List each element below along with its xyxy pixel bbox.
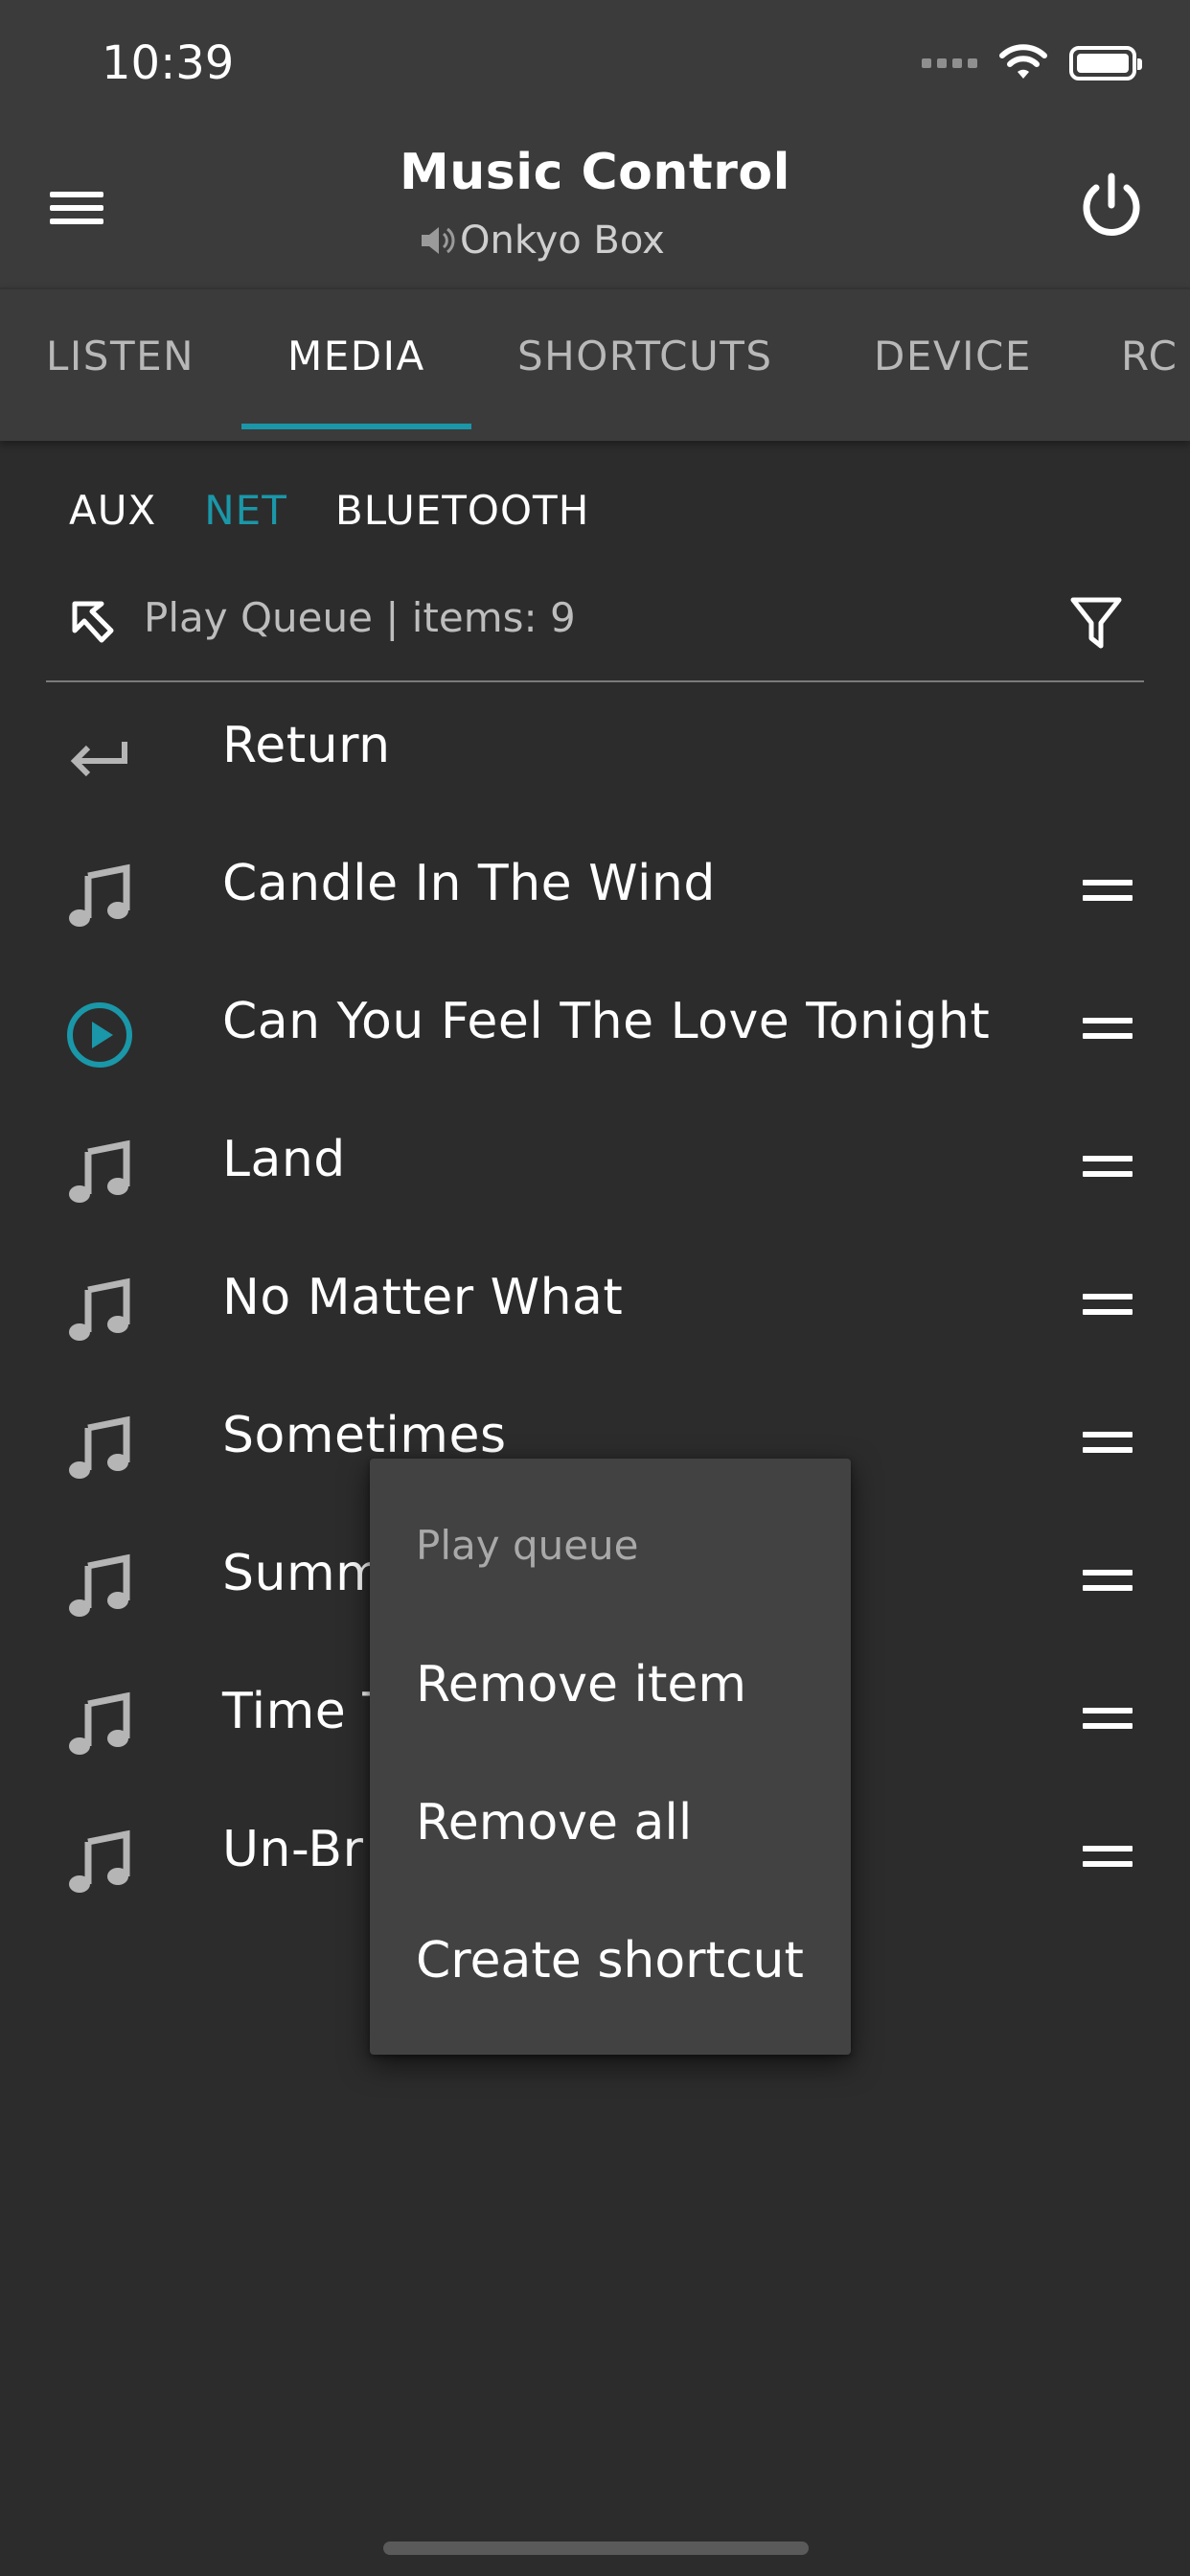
drag-handle-icon[interactable] — [1083, 1708, 1133, 1738]
play-circle-icon — [67, 1002, 132, 1068]
track-title: Summ — [222, 1545, 385, 1602]
source-selector: AUX NET BLUETOOTH — [69, 487, 589, 534]
menu-item-create-shortcut[interactable]: Create shortcut — [416, 1932, 804, 1990]
drag-handle-icon[interactable] — [1083, 1294, 1133, 1324]
queue-header: Play Queue | items: 9 — [46, 585, 1144, 682]
list-item[interactable]: Can You Feel The Love Tonight — [0, 960, 1190, 1098]
source-net[interactable]: NET — [204, 487, 287, 534]
speaker-icon — [422, 227, 455, 254]
drag-handle-icon[interactable] — [1083, 880, 1133, 910]
wifi-icon — [999, 44, 1047, 79]
power-icon[interactable] — [1073, 169, 1150, 245]
drag-handle-icon[interactable] — [1083, 1018, 1133, 1048]
track-title: Un-Br — [222, 1821, 364, 1878]
return-label: Return — [222, 717, 391, 774]
drag-handle-icon[interactable] — [1083, 1570, 1133, 1600]
track-title: Time T — [222, 1683, 394, 1740]
device-name: Onkyo Box — [460, 218, 665, 263]
list-item[interactable]: No Matter What — [0, 1236, 1190, 1374]
context-menu: Play queue Remove item Remove all Create… — [370, 1459, 851, 2055]
app-bar: Music Control Onkyo Box — [0, 134, 1190, 288]
home-indicator[interactable] — [383, 2542, 809, 2555]
context-menu-title: Play queue — [416, 1522, 639, 1569]
drag-handle-icon[interactable] — [1083, 1846, 1133, 1876]
track-title: Land — [222, 1131, 346, 1188]
list-item[interactable]: Candle In The Wind — [0, 822, 1190, 960]
music-note-icon — [69, 1277, 130, 1341]
return-arrow-icon — [70, 742, 127, 777]
tab-device[interactable]: DEVICE — [874, 289, 1032, 441]
track-title: Can You Feel The Love Tonight — [222, 993, 991, 1050]
return-row[interactable]: Return — [0, 684, 1190, 822]
tab-shortcuts[interactable]: SHORTCUTS — [517, 289, 773, 441]
source-bluetooth[interactable]: BLUETOOTH — [335, 487, 589, 534]
tab-rc[interactable]: RC — [1121, 289, 1178, 441]
device-subtitle: Onkyo Box — [418, 218, 665, 263]
music-note-icon — [69, 1139, 130, 1203]
menu-item-remove-item[interactable]: Remove item — [416, 1656, 746, 1714]
music-note-icon — [69, 1553, 130, 1617]
tab-bar: LISTEN MEDIA SHORTCUTS DEVICE RC — [0, 288, 1190, 441]
track-title: Sometimes — [222, 1407, 507, 1464]
list-item[interactable]: Land — [0, 1098, 1190, 1236]
tab-indicator — [241, 424, 471, 429]
tab-media[interactable]: MEDIA — [287, 289, 425, 441]
app-title: Music Control — [400, 144, 790, 201]
drag-handle-icon[interactable] — [1083, 1156, 1133, 1186]
music-note-icon — [69, 1415, 130, 1479]
status-time: 10:39 — [102, 36, 235, 90]
drag-handle-icon[interactable] — [1083, 1432, 1133, 1462]
music-note-icon — [69, 1829, 130, 1893]
filter-icon[interactable] — [1069, 594, 1123, 654]
tab-listen[interactable]: LISTEN — [46, 289, 195, 441]
track-title: No Matter What — [222, 1269, 624, 1326]
arrow-top-left-icon — [72, 601, 114, 643]
music-note-icon — [69, 1691, 130, 1755]
track-title: Candle In The Wind — [222, 855, 716, 912]
music-note-icon — [69, 863, 130, 927]
menu-item-remove-all[interactable]: Remove all — [416, 1794, 692, 1852]
queue-title: Play Queue | items: 9 — [144, 594, 576, 641]
source-aux[interactable]: AUX — [69, 487, 156, 534]
cellular-signal-icon — [922, 58, 977, 68]
battery-icon — [1069, 46, 1142, 80]
status-icons — [922, 42, 1142, 84]
status-bar: 10:39 — [0, 0, 1190, 134]
